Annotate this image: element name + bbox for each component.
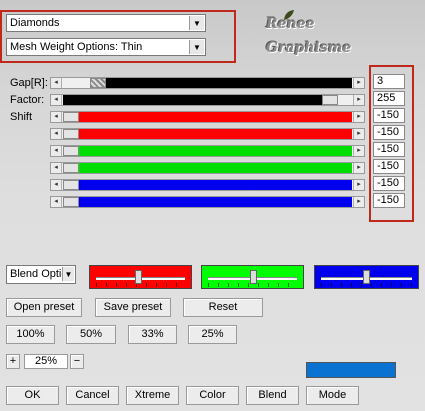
- slider-thumb[interactable]: [63, 129, 79, 139]
- slider-thumb[interactable]: [63, 112, 79, 122]
- xtreme-button[interactable]: Xtreme: [126, 386, 179, 405]
- row-slider[interactable]: ◂ ▸: [50, 111, 365, 123]
- zoom-value-field[interactable]: 25%: [24, 354, 68, 369]
- zoom-minus-button[interactable]: −: [70, 354, 84, 369]
- arrow-right-icon[interactable]: ▸: [353, 180, 364, 190]
- zoom-33-button[interactable]: 33%: [128, 325, 177, 344]
- slider-thumb[interactable]: [322, 95, 338, 105]
- filter-dialog: Diamonds ▼ Mesh Weight Options: Thin ▼ R…: [0, 0, 425, 411]
- slider-thumb[interactable]: [63, 163, 79, 173]
- row-slider[interactable]: ◂ ▸: [50, 145, 365, 157]
- blend-green-panel[interactable]: [201, 265, 304, 289]
- arrow-right-icon[interactable]: ▸: [353, 129, 364, 139]
- arrow-right-icon[interactable]: ▸: [353, 197, 364, 207]
- slider-track: [63, 95, 322, 105]
- reset-button[interactable]: Reset: [183, 298, 263, 317]
- arrow-right-icon[interactable]: ▸: [353, 163, 364, 173]
- arrow-left-icon[interactable]: ◂: [51, 163, 62, 173]
- blend-options-select[interactable]: Blend Optio ▼: [6, 265, 76, 284]
- arrow-left-icon[interactable]: ◂: [51, 197, 62, 207]
- zoom-100-button[interactable]: 100%: [6, 325, 55, 344]
- logo-line2: Graphisme: [266, 40, 352, 56]
- zoom-25-button[interactable]: 25%: [188, 325, 237, 344]
- slider-track: [79, 180, 352, 190]
- blend-red-panel[interactable]: [89, 265, 192, 289]
- row-label: Shift: [10, 111, 33, 123]
- arrow-left-icon[interactable]: ◂: [51, 95, 62, 105]
- arrow-left-icon[interactable]: ◂: [51, 129, 62, 139]
- row-slider[interactable]: ◂ ▸: [50, 128, 365, 140]
- slider-track: [79, 146, 352, 156]
- ok-button[interactable]: OK: [6, 386, 59, 405]
- slider-thumb[interactable]: [63, 146, 79, 156]
- slider-track: [106, 78, 352, 88]
- row-label: Factor:: [10, 94, 45, 106]
- color-button[interactable]: Color: [186, 386, 239, 405]
- leaf-icon: [284, 10, 294, 20]
- highlight-box-values: [369, 65, 414, 222]
- arrow-left-icon[interactable]: ◂: [51, 180, 62, 190]
- open-preset-button[interactable]: Open preset: [6, 298, 82, 317]
- slider-thumb[interactable]: [63, 180, 79, 190]
- color-swatch[interactable]: [306, 362, 396, 378]
- blend-button[interactable]: Blend: [246, 386, 299, 405]
- arrow-right-icon[interactable]: ▸: [353, 112, 364, 122]
- arrow-right-icon[interactable]: ▸: [353, 78, 364, 88]
- blend-options-value: Blend Optio: [10, 268, 68, 280]
- arrow-right-icon[interactable]: ▸: [353, 146, 364, 156]
- highlight-box-top: [0, 10, 236, 63]
- row-slider[interactable]: ◂ ▸: [50, 94, 365, 106]
- blend-blue-thumb[interactable]: [363, 270, 370, 284]
- mode-button[interactable]: Mode: [306, 386, 359, 405]
- arrow-left-icon[interactable]: ◂: [51, 146, 62, 156]
- row-label: Gap[R]:: [10, 77, 48, 89]
- slider-thumb[interactable]: [90, 78, 106, 88]
- cancel-button[interactable]: Cancel: [66, 386, 119, 405]
- arrow-left-icon[interactable]: ◂: [51, 78, 62, 88]
- row-slider[interactable]: ◂ ▸: [50, 77, 365, 89]
- slider-track: [79, 129, 352, 139]
- save-preset-button[interactable]: Save preset: [95, 298, 171, 317]
- zoom-50-button[interactable]: 50%: [66, 325, 116, 344]
- zoom-plus-button[interactable]: +: [6, 354, 20, 369]
- blend-green-thumb[interactable]: [250, 270, 257, 284]
- row-slider[interactable]: ◂ ▸: [50, 162, 365, 174]
- blend-red-thumb[interactable]: [135, 270, 142, 284]
- slider-track: [79, 163, 352, 173]
- arrow-left-icon[interactable]: ◂: [51, 112, 62, 122]
- row-slider[interactable]: ◂ ▸: [50, 179, 365, 191]
- slider-thumb[interactable]: [63, 197, 79, 207]
- row-slider[interactable]: ◂ ▸: [50, 196, 365, 208]
- chevron-down-icon[interactable]: ▼: [62, 267, 74, 281]
- arrow-right-icon[interactable]: ▸: [353, 95, 364, 105]
- blend-blue-panel[interactable]: [314, 265, 419, 289]
- slider-track: [79, 112, 352, 122]
- slider-track: [79, 197, 352, 207]
